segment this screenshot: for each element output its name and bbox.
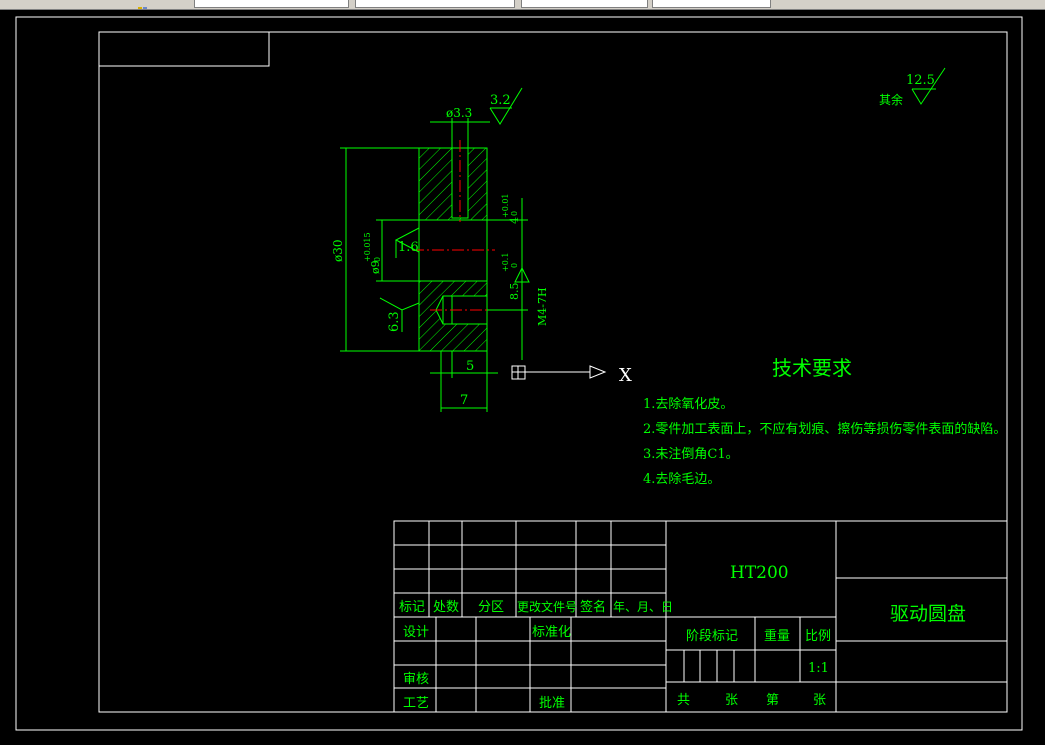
svg-text:比例: 比例: [805, 629, 831, 644]
svg-text:+0.01: +0.01: [501, 193, 510, 218]
tech-req-item-1: 1.去除氧化皮。: [643, 397, 733, 412]
layer-state-icon[interactable]: [138, 0, 148, 9]
svg-text:ø3.3: ø3.3: [446, 106, 472, 120]
dim-bore-top: ø3.3 3.2: [430, 87, 523, 148]
svg-text:工艺: 工艺: [403, 696, 429, 711]
drawing-code-box: [98, 31, 270, 67]
svg-text:0: 0: [510, 211, 519, 216]
cad-toolbar: [0, 0, 1045, 10]
linetype-dropdown[interactable]: [521, 0, 648, 8]
svg-text:批准: 批准: [539, 696, 565, 711]
svg-text:1.6: 1.6: [398, 240, 419, 255]
title-block-text: HT200 驱动圆盘 标记 处数 分区 更改文件号 签名 年、月、日 设计 标准…: [399, 563, 966, 711]
svg-text:重量: 重量: [764, 628, 790, 644]
tech-req-item-2: 2.零件加工表面上，不应有划痕、擦伤等损伤零件表面的缺陷。: [643, 421, 1006, 437]
svg-text:1:1: 1:1: [808, 661, 829, 676]
roughness-bore: 1.6: [394, 227, 420, 258]
svg-text:12.5: 12.5: [906, 73, 935, 88]
roughness-lower: 6.3: [379, 297, 420, 332]
color-dropdown[interactable]: [355, 0, 515, 8]
part-section-view: [412, 140, 495, 352]
svg-text:+0.015: +0.015: [363, 232, 372, 262]
part-name-label: 驱动圆盘: [890, 603, 966, 625]
tech-req-item-4: 4.去除毛边。: [643, 472, 720, 487]
svg-text:M4-7H: M4-7H: [536, 287, 549, 326]
svg-text:6.3: 6.3: [387, 311, 402, 332]
svg-text:标记: 标记: [399, 600, 425, 615]
svg-text:+0.1: +0.1: [501, 253, 510, 272]
svg-text:年、月、日: 年、月、日: [613, 600, 673, 614]
tech-req-title: 技术要求: [772, 356, 852, 380]
layer-dropdown[interactable]: [194, 0, 349, 8]
lineweight-dropdown[interactable]: [652, 0, 771, 8]
svg-text:处数: 处数: [433, 600, 459, 615]
dim-right-group: 4 +0.01 0 8.5 +0.1 0 M4-7H: [487, 193, 549, 360]
svg-text:5: 5: [466, 359, 474, 374]
svg-text:审核: 审核: [403, 672, 429, 687]
svg-text:第: 第: [766, 693, 779, 708]
svg-text:张: 张: [813, 693, 826, 708]
sheet-border: [15, 16, 1023, 731]
svg-text:标准化: 标准化: [532, 625, 571, 640]
tech-req-item-3: 3.未注倒角C1。: [643, 447, 739, 462]
tech-requirements: 技术要求 1.去除氧化皮。 2.零件加工表面上，不应有划痕、擦伤等损伤零件表面的…: [643, 356, 1006, 487]
svg-text:张: 张: [725, 693, 738, 708]
svg-text:X: X: [619, 365, 632, 386]
ucs-icon: X: [511, 365, 632, 386]
svg-text:0: 0: [510, 263, 519, 268]
drawing-canvas[interactable]: 其余 12.5 ø3.3 3.2 ø30 ø9 +0.015 0 1.6 6.3…: [0, 10, 1045, 741]
material-label: HT200: [730, 563, 789, 583]
svg-text:共: 共: [677, 693, 690, 708]
svg-text:7: 7: [460, 393, 468, 408]
svg-text:0: 0: [373, 257, 382, 262]
svg-text:设计: 设计: [403, 625, 429, 640]
dim-bottom-group: 5 7: [430, 351, 498, 412]
svg-text:ø30: ø30: [331, 240, 345, 263]
svg-text:其余: 其余: [879, 92, 903, 107]
svg-text:更改文件号: 更改文件号: [517, 599, 577, 614]
svg-text:3.2: 3.2: [490, 93, 511, 108]
svg-text:分区: 分区: [478, 600, 504, 615]
svg-text:签名: 签名: [580, 599, 606, 615]
general-roughness-symbol: 其余 12.5: [879, 67, 946, 107]
svg-text:阶段标记: 阶段标记: [686, 629, 738, 644]
svg-text:8.5: 8.5: [508, 283, 521, 301]
